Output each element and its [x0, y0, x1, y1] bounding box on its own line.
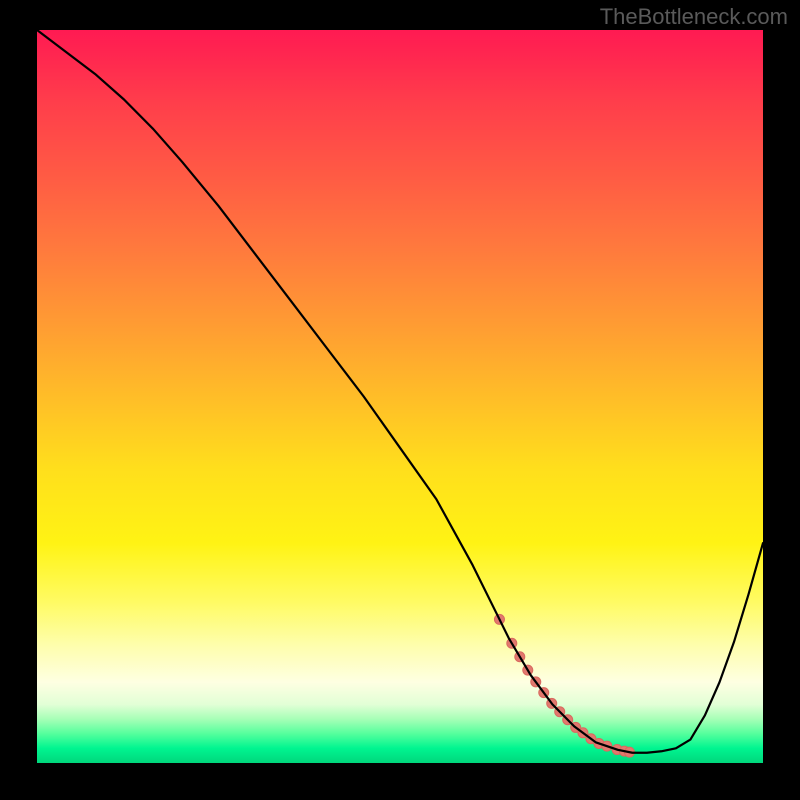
plot-area	[37, 30, 763, 763]
curve-svg	[37, 30, 763, 763]
watermark-text: TheBottleneck.com	[600, 4, 788, 30]
chart-container: TheBottleneck.com	[0, 0, 800, 800]
bumps-group	[494, 614, 634, 757]
main-curve	[37, 30, 763, 753]
